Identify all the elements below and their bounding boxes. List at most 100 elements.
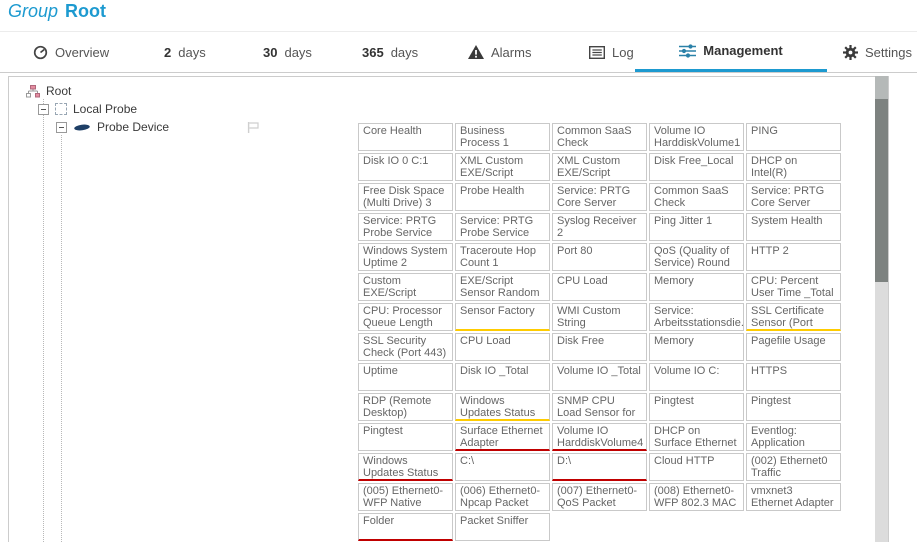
sensor-box[interactable]: Syslog Receiver 2 [552,213,647,241]
sensor-box[interactable]: Folder [358,513,453,541]
sensor-box[interactable]: Service: PRTG Probe Service [358,213,453,241]
tab-alarms[interactable]: Alarms [468,32,531,72]
sensor-box[interactable]: Service: PRTG Core Server Service [746,183,841,211]
tree-item-probe-device[interactable]: Probe Device [56,120,260,134]
sensor-box[interactable]: (002) Ethernet0 Traffic [746,453,841,481]
sensor-box[interactable]: PING [746,123,841,151]
sensor-box[interactable]: (007) Ethernet0-QoS Packet [552,483,647,511]
sensor-box[interactable]: Port 80 [552,243,647,271]
tab-label: Management [703,43,782,58]
sensor-box[interactable]: Pingtest [746,393,841,421]
sensor-box[interactable]: vmxnet3 Ethernet Adapter [746,483,841,511]
device-icon [73,123,91,132]
sensor-box[interactable]: Memory [649,273,744,301]
sensor-box[interactable]: EXE/Script Sensor Random number [455,273,550,301]
sensor-label: XML Custom EXE/Script Sensor [557,155,620,181]
sensor-label: Memory [654,275,694,287]
sensor-box[interactable]: DHCP on Surface Ethernet Adapter [649,423,744,451]
sensor-box[interactable]: Service: Arbeitsstationsdie... [649,303,744,331]
sensor-box[interactable]: Probe Health [455,183,550,211]
sensor-box[interactable]: XML Custom EXE/Script Sensor [552,153,647,181]
sensor-box[interactable]: Sensor Factory [455,303,550,331]
tab-2-days[interactable]: 2 days [164,32,206,72]
sensor-box[interactable]: Pingtest [649,393,744,421]
collapse-toggle-icon[interactable] [38,104,49,115]
sensor-box[interactable]: Windows Updates Status [358,453,453,481]
sensor-box[interactable]: Memory [649,333,744,361]
tab-management[interactable]: Management [635,32,827,72]
sensor-box[interactable]: Volume IO _Total [552,363,647,391]
sensor-label: Pingtest [751,395,791,407]
sensor-box[interactable]: WMI Custom String [552,303,647,331]
sensor-box[interactable]: Uptime [358,363,453,391]
sensor-box[interactable]: Common SaaS Check [649,183,744,211]
sensor-label: Service: Arbeitsstationsdie... [654,305,744,329]
sensor-box[interactable]: Pagefile Usage [746,333,841,361]
sensor-box[interactable]: Core Health [358,123,453,151]
sensor-box[interactable]: DHCP on Intel(R) PRO/1000 MT [746,153,841,181]
sensor-box[interactable]: RDP (Remote Desktop) [358,393,453,421]
sensor-box[interactable]: Surface Ethernet Adapter [455,423,550,451]
tree-item-root[interactable]: Root [26,84,71,98]
sensor-box[interactable]: Free Disk Space (Multi Drive) 3 [358,183,453,211]
sensor-box[interactable]: CPU: Percent User Time _Total [746,273,841,301]
sensor-label: Service: PRTG Core Server Service [751,185,824,211]
tab-log[interactable]: Log [589,32,634,72]
scrollbar-thumb[interactable] [875,99,888,282]
sensor-box[interactable]: Business Process 1 [455,123,550,151]
tab-overview[interactable]: Overview [33,32,109,72]
collapse-toggle-icon[interactable] [56,122,67,133]
tab-label: days [391,45,418,60]
gear-icon [843,45,858,60]
sensor-box[interactable]: CPU: Processor Queue Length [358,303,453,331]
sensor-box[interactable]: Pingtest [358,423,453,451]
sensor-box[interactable]: HTTPS [746,363,841,391]
sensor-box[interactable]: Traceroute Hop Count 1 [455,243,550,271]
sensor-box[interactable]: Service: PRTG Probe Service [455,213,550,241]
sensor-box[interactable]: Windows Updates Status [455,393,550,421]
object-type-label: Group [8,1,58,21]
sensor-box[interactable]: HTTP 2 [746,243,841,271]
sensor-box[interactable]: CPU Load [552,273,647,301]
tab-settings[interactable]: Settings [843,32,912,72]
sensor-box[interactable]: Eventlog: Application [746,423,841,451]
sensor-box[interactable]: (005) Ethernet0-WFP Native MAC [358,483,453,511]
sensor-box[interactable]: Disk Free [552,333,647,361]
gauge-icon [33,45,48,60]
sensor-box[interactable]: Common SaaS Check [552,123,647,151]
sensor-box[interactable]: System Health [746,213,841,241]
log-icon [589,46,605,59]
sensor-box[interactable]: Ping Jitter 1 [649,213,744,241]
sensor-label: Custom EXE/Script Sensor 1 [363,275,416,301]
sensor-label: Service: PRTG Probe Service [363,215,436,239]
sensor-box[interactable]: Volume IO C: [649,363,744,391]
sensor-box[interactable]: (008) Ethernet0-WFP 802.3 MAC [649,483,744,511]
sensor-box[interactable]: Disk IO _Total [455,363,550,391]
sensor-box[interactable]: (006) Ethernet0-Npcap Packet [455,483,550,511]
sensor-box[interactable]: Custom EXE/Script Sensor 1 [358,273,453,301]
sensor-label: HTTPS [751,365,787,377]
sensor-box[interactable]: XML Custom EXE/Script Sensor [455,153,550,181]
sensor-box[interactable]: SSL Certificate Sensor (Port 443) [746,303,841,331]
sensor-box[interactable]: CPU Load [455,333,550,361]
sensor-box[interactable]: SNMP CPU Load Sensor for Asako [552,393,647,421]
sensor-box[interactable]: Volume IO HarddiskVolume1 [649,123,744,151]
tab-30-days[interactable]: 30 days [263,32,312,72]
sensor-box[interactable]: SSL Security Check (Port 443) [358,333,453,361]
sensor-box[interactable]: Windows System Uptime 2 [358,243,453,271]
sensor-box[interactable]: Cloud HTTP [649,453,744,481]
sensor-label: Common SaaS Check [654,185,729,209]
scrollbar-up-button[interactable] [875,76,888,99]
sensor-box[interactable]: QoS (Quality of Service) Round Trip [649,243,744,271]
sensor-box[interactable]: Disk Free_Local [649,153,744,181]
sensor-box[interactable]: Service: PRTG Core Server Service [552,183,647,211]
sensor-box[interactable]: Packet Sniffer [455,513,550,541]
tab-365-days[interactable]: 365 days [362,32,418,72]
tree-item-local-probe[interactable]: Local Probe [38,102,137,116]
vertical-scrollbar[interactable] [875,76,888,542]
sensor-box[interactable]: C:\ [455,453,550,481]
sensor-box[interactable]: D:\ [552,453,647,481]
sensor-box[interactable]: Disk IO 0 C:1 [358,153,453,181]
sensor-label: Eventlog: Application [751,425,805,449]
sensor-box[interactable]: Volume IO HarddiskVolume4 [552,423,647,451]
